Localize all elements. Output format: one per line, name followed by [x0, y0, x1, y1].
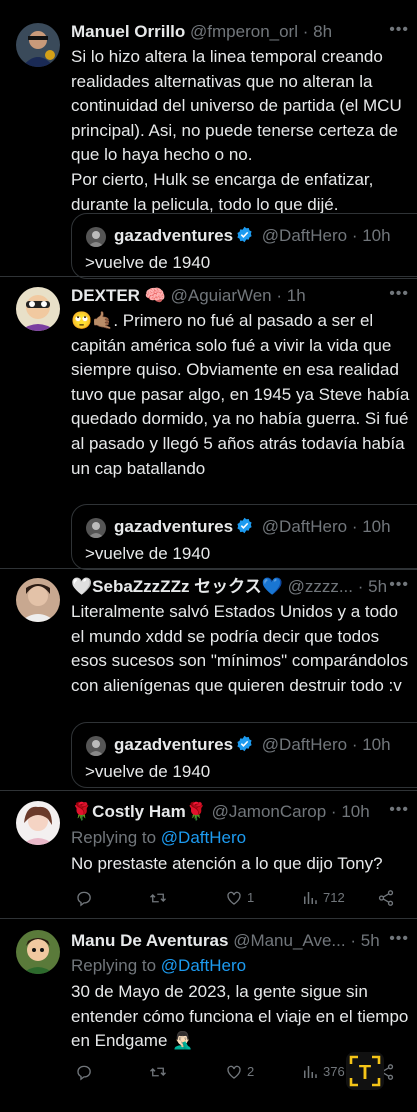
- tweet-text: Si lo hizo altera la linea temporal crea…: [71, 47, 402, 214]
- watermark-logo-icon: T: [346, 1052, 384, 1090]
- replying-to: Replying to @DaftHero: [71, 956, 247, 975]
- quoted-header: gazadventures @DaftHero · 10h: [114, 517, 391, 536]
- tweet-header: Manu De Aventuras @Manu_Ave... · 5h: [71, 931, 380, 950]
- tweet-4[interactable]: 🌹Costly Ham🌹 @JamonCarop · 10h ••• Reply…: [0, 801, 417, 919]
- tweet-header: 🤍SebaZzzZZz セックス💙 @zzzz... · 5h: [71, 577, 388, 596]
- author-handle[interactable]: @Manu_Ave...: [233, 931, 345, 950]
- divider: [0, 276, 417, 277]
- timestamp[interactable]: 5h: [361, 931, 380, 950]
- quoted-avatar: [86, 736, 106, 756]
- timestamp[interactable]: 5h: [368, 577, 387, 596]
- author-name[interactable]: 🤍SebaZzzZZz セックス💙: [71, 577, 283, 596]
- quoted-tweet[interactable]: gazadventures @DaftHero · 10h >vuelve de…: [71, 722, 417, 788]
- brain-emoji: 🧠: [139, 286, 166, 305]
- tweet-text: 30 de Mayo de 2023, la gente sigue sin e…: [71, 982, 409, 1051]
- quoted-author-name: gazadventures: [114, 226, 234, 245]
- views-icon: [304, 892, 317, 904]
- retweet-button[interactable]: [149, 886, 171, 910]
- author-name[interactable]: 🌹Costly Ham🌹: [71, 802, 207, 821]
- author-name[interactable]: DEXTER: [71, 286, 140, 305]
- divider: [0, 790, 417, 791]
- quoted-handle: @DaftHero: [261, 226, 348, 245]
- like-icon: [227, 891, 241, 905]
- tweet-header: DEXTER 🧠 @AguiarWen · 1h: [71, 286, 306, 305]
- timestamp[interactable]: 10h: [341, 802, 369, 821]
- quoted-text: >vuelve de 1940: [85, 762, 211, 781]
- replying-to-link[interactable]: @DaftHero: [161, 956, 246, 975]
- more-icon[interactable]: •••: [389, 285, 409, 303]
- quoted-author-name: gazadventures: [114, 517, 234, 536]
- timestamp[interactable]: 1h: [287, 286, 306, 305]
- views-button[interactable]: 712: [301, 886, 345, 910]
- divider: [0, 568, 417, 569]
- tweet-actions: 1 712: [71, 886, 411, 910]
- replying-to: Replying to @DaftHero: [71, 828, 247, 847]
- share-icon: [378, 890, 394, 906]
- tweet-header: 🌹Costly Ham🌹 @JamonCarop · 10h: [71, 802, 370, 821]
- watermark-letter: T: [359, 1062, 371, 1084]
- more-icon[interactable]: •••: [389, 21, 409, 39]
- tweet-text: 🙄🤙🏽. Primero no fué al pasado a ser el c…: [71, 311, 410, 478]
- quoted-handle: @DaftHero: [261, 735, 348, 754]
- quoted-text: >vuelve de 1940: [85, 253, 211, 272]
- avatar[interactable]: [16, 287, 60, 331]
- author-name[interactable]: Manu De Aventuras: [71, 931, 228, 950]
- tweet-2[interactable]: DEXTER 🧠 @AguiarWen · 1h ••• 🙄🤙🏽. Primer…: [0, 285, 417, 579]
- quoted-timestamp: 10h: [362, 517, 391, 536]
- more-icon[interactable]: •••: [389, 576, 409, 594]
- views-button[interactable]: 376: [301, 1060, 345, 1084]
- verified-badge-icon: [237, 226, 252, 243]
- author-handle[interactable]: @AguiarWen: [171, 286, 272, 305]
- like-button[interactable]: 2: [225, 1060, 254, 1084]
- divider: [0, 918, 417, 919]
- author-handle[interactable]: @zzzz...: [288, 577, 353, 596]
- quoted-header: gazadventures @DaftHero · 10h: [114, 226, 391, 245]
- avatar[interactable]: [16, 930, 60, 974]
- replying-to-link[interactable]: @DaftHero: [161, 828, 246, 847]
- tweet-text: Literalmente salvó Estados Unidos y a to…: [71, 602, 409, 695]
- more-icon[interactable]: •••: [389, 930, 409, 948]
- quoted-timestamp: 10h: [362, 226, 391, 245]
- quoted-header: gazadventures @DaftHero · 10h: [114, 735, 391, 754]
- like-icon: [227, 1065, 241, 1079]
- avatar[interactable]: [16, 801, 60, 845]
- quoted-tweet[interactable]: gazadventures @DaftHero · 10h >vuelve de…: [71, 213, 417, 279]
- quoted-tweet[interactable]: gazadventures @DaftHero · 10h >vuelve de…: [71, 504, 417, 570]
- quoted-avatar: [86, 518, 106, 538]
- share-button[interactable]: [377, 886, 395, 910]
- author-handle[interactable]: @JamonCarop: [212, 802, 327, 821]
- avatar[interactable]: [16, 23, 60, 67]
- retweet-button[interactable]: [149, 1060, 171, 1084]
- quoted-avatar: [86, 227, 106, 247]
- tweet-text: No prestaste atención a lo que dijo Tony…: [71, 854, 383, 873]
- reply-icon: [77, 1065, 91, 1081]
- reply-icon: [77, 891, 91, 907]
- more-icon[interactable]: •••: [389, 801, 409, 819]
- like-button[interactable]: 1: [225, 886, 254, 910]
- views-icon: [304, 1066, 317, 1078]
- author-name[interactable]: Manuel Orrillo: [71, 22, 185, 41]
- timestamp[interactable]: 8h: [313, 22, 332, 41]
- reply-button[interactable]: [75, 886, 97, 910]
- quoted-handle: @DaftHero: [261, 517, 348, 536]
- reply-button[interactable]: [75, 1060, 97, 1084]
- verified-badge-icon: [237, 517, 252, 534]
- avatar[interactable]: [16, 578, 60, 622]
- retweet-icon: [150, 893, 166, 903]
- verified-badge-icon: [237, 735, 252, 752]
- tweet-3[interactable]: 🤍SebaZzzZZz セックス💙 @zzzz... · 5h ••• Lite…: [0, 576, 417, 791]
- quoted-text: >vuelve de 1940: [85, 544, 211, 563]
- quoted-timestamp: 10h: [362, 735, 391, 754]
- tweet-1[interactable]: Manuel Orrillo @fmperon_orl · 8h ••• Si …: [0, 21, 417, 279]
- quoted-author-name: gazadventures: [114, 735, 234, 754]
- author-handle[interactable]: @fmperon_orl: [190, 22, 298, 41]
- tweet-header: Manuel Orrillo @fmperon_orl · 8h: [71, 22, 333, 41]
- retweet-icon: [150, 1067, 166, 1077]
